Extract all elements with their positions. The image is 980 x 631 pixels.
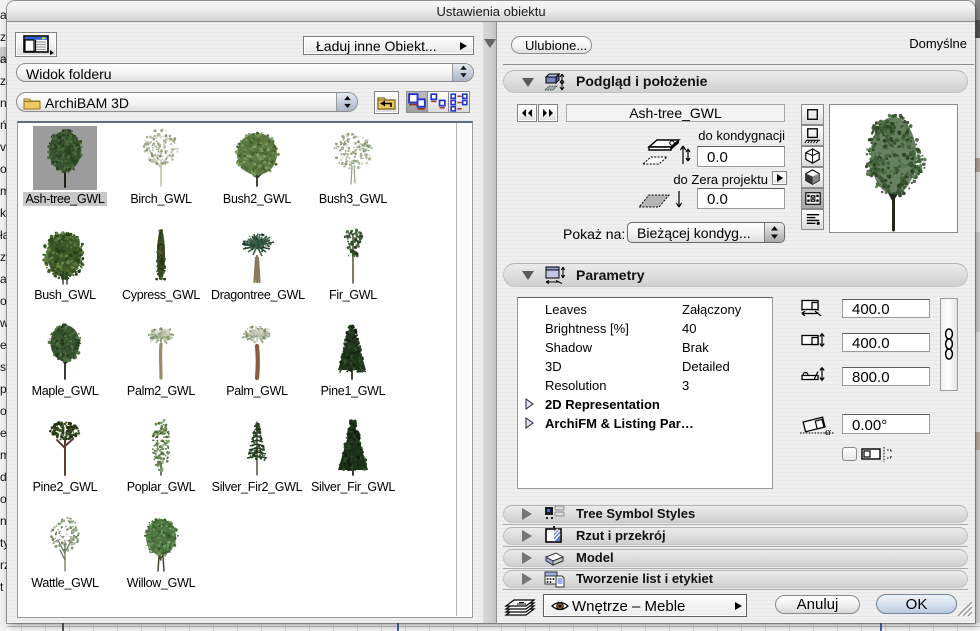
svg-text:α: α	[825, 426, 831, 436]
